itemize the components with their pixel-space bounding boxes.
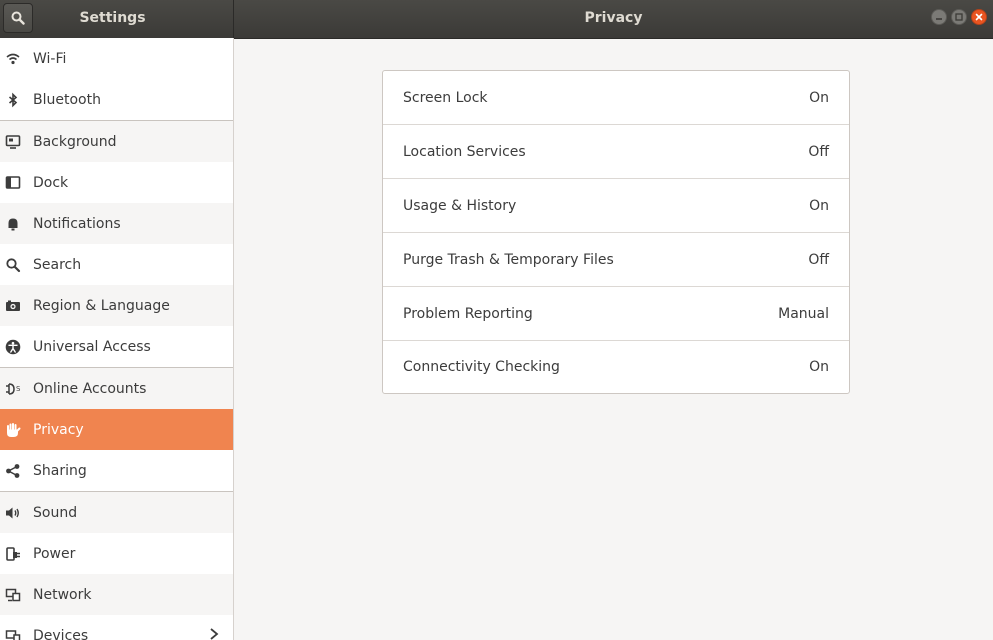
close-icon xyxy=(975,13,983,21)
row-screen-lock[interactable]: Screen Lock On xyxy=(383,71,849,125)
sidebar-item-universal-access[interactable]: Universal Access xyxy=(0,326,233,367)
row-value: On xyxy=(809,197,829,214)
sidebar-item-label: Bluetooth xyxy=(33,91,101,108)
bluetooth-icon xyxy=(5,92,21,108)
row-value: Off xyxy=(808,251,829,268)
sidebar-item-network[interactable]: Network xyxy=(0,574,233,615)
camera-icon xyxy=(5,298,21,314)
sidebar-item-label: Power xyxy=(33,545,76,562)
sidebar-item-label: Network xyxy=(33,586,92,603)
sidebar-item-sound[interactable]: Sound xyxy=(0,492,233,533)
privacy-list: Screen Lock On Location Services Off Usa… xyxy=(382,70,850,394)
sidebar-item-label: Notifications xyxy=(33,215,121,232)
row-label: Connectivity Checking xyxy=(403,359,560,375)
row-label: Purge Trash & Temporary Files xyxy=(403,251,614,268)
main-content: Screen Lock On Location Services Off Usa… xyxy=(234,38,993,640)
share-icon xyxy=(5,463,21,479)
sidebar-item-background[interactable]: Background xyxy=(0,121,233,162)
row-label: Screen Lock xyxy=(403,89,488,106)
sidebar-item-region-language[interactable]: Region & Language xyxy=(0,285,233,326)
row-label: Usage & History xyxy=(403,197,517,214)
minimize-icon xyxy=(936,18,942,20)
devices-icon xyxy=(5,628,21,640)
sidebar-item-dock[interactable]: Dock xyxy=(0,162,233,203)
row-usage-history[interactable]: Usage & History On xyxy=(383,179,849,233)
sidebar-item-label: Privacy xyxy=(33,421,84,438)
settings-title: Settings xyxy=(79,10,146,26)
sidebar-item-label: Dock xyxy=(33,174,69,191)
header-bar: Settings Privacy xyxy=(0,0,993,39)
minimize-button[interactable] xyxy=(931,9,947,25)
row-value: On xyxy=(809,359,829,375)
sidebar-item-online-accounts[interactable]: S Online Accounts xyxy=(0,368,233,409)
sidebar-item-privacy[interactable]: Privacy xyxy=(0,409,233,450)
power-plug-icon xyxy=(5,546,21,562)
search-icon xyxy=(11,11,25,25)
sidebar-item-label: Devices xyxy=(33,627,89,640)
sidebar-item-label: Sound xyxy=(33,504,78,521)
dock-icon xyxy=(5,175,21,191)
row-purge-trash[interactable]: Purge Trash & Temporary Files Off xyxy=(383,233,849,287)
sidebar-item-devices[interactable]: Devices xyxy=(0,615,233,640)
row-value: Manual xyxy=(778,305,829,322)
row-label: Location Services xyxy=(403,143,526,160)
hand-icon xyxy=(5,422,21,438)
row-value: Off xyxy=(808,143,829,160)
sidebar-item-bluetooth[interactable]: Bluetooth xyxy=(0,79,233,120)
sidebar-item-label: Region & Language xyxy=(33,297,170,314)
online-accounts-icon: S xyxy=(5,381,21,397)
sidebar-item-label: Sharing xyxy=(33,462,87,479)
sidebar-item-label: Online Accounts xyxy=(33,380,147,397)
row-location-services[interactable]: Location Services Off xyxy=(383,125,849,179)
maximize-button[interactable] xyxy=(951,9,967,25)
speaker-icon xyxy=(5,505,21,521)
background-icon xyxy=(5,134,21,150)
search-button[interactable] xyxy=(3,3,33,33)
maximize-icon xyxy=(955,13,963,21)
sidebar-item-notifications[interactable]: Notifications xyxy=(0,203,233,244)
row-value: On xyxy=(809,89,829,106)
chevron-right-icon xyxy=(210,628,219,640)
svg-text:S: S xyxy=(16,385,21,393)
sidebar-item-label: Universal Access xyxy=(33,338,151,355)
sidebar-item-label: Wi-Fi xyxy=(33,50,67,67)
sidebar: Wi-Fi Bluetooth Background Dock Notifica… xyxy=(0,38,234,640)
search-icon xyxy=(5,257,21,273)
page-title: Privacy xyxy=(584,10,643,26)
sidebar-item-search[interactable]: Search xyxy=(0,244,233,285)
wifi-icon xyxy=(5,51,21,67)
bell-icon xyxy=(5,216,21,232)
sidebar-item-power[interactable]: Power xyxy=(0,533,233,574)
row-problem-reporting[interactable]: Problem Reporting Manual xyxy=(383,287,849,341)
row-connectivity-checking[interactable]: Connectivity Checking On xyxy=(383,341,849,393)
accessibility-icon xyxy=(5,339,21,355)
sidebar-item-label: Background xyxy=(33,133,117,150)
sidebar-item-label: Search xyxy=(33,256,82,273)
close-button[interactable] xyxy=(971,9,987,25)
sidebar-item-wifi[interactable]: Wi-Fi xyxy=(0,38,233,79)
row-label: Problem Reporting xyxy=(403,305,533,322)
network-icon xyxy=(5,587,21,603)
sidebar-item-sharing[interactable]: Sharing xyxy=(0,450,233,491)
